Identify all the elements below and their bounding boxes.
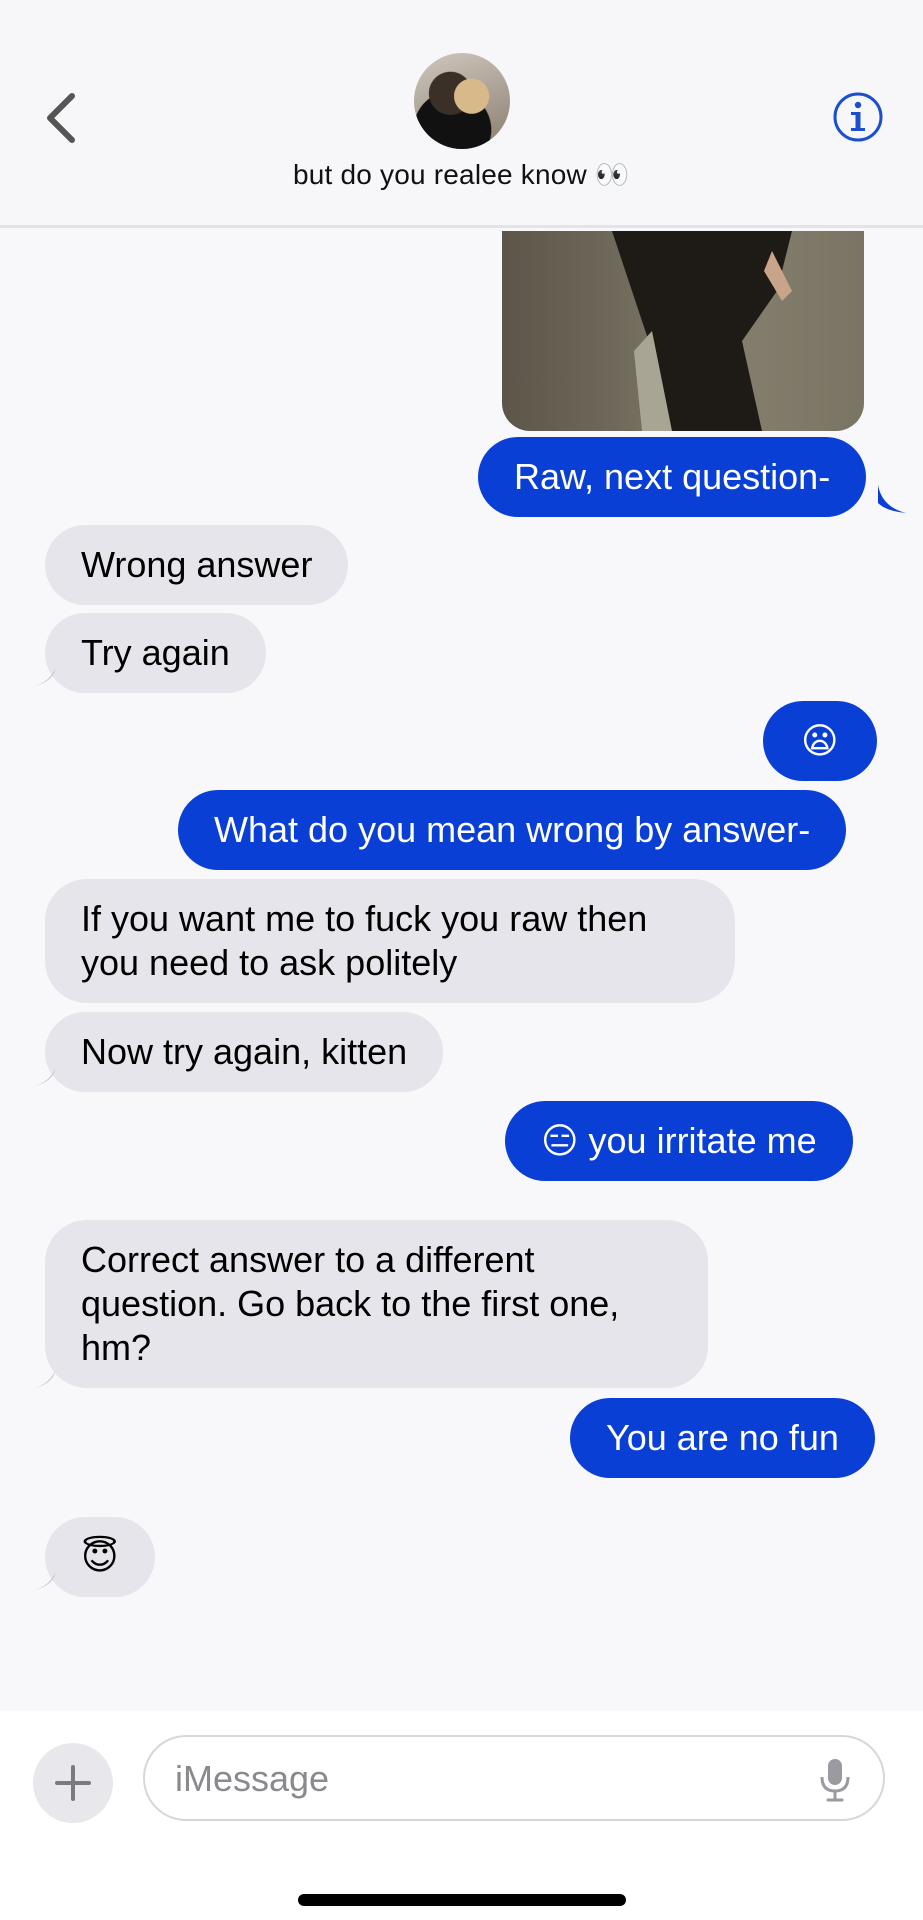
info-icon — [833, 92, 883, 142]
add-attachment-button[interactable] — [33, 1743, 113, 1823]
photo-message[interactable] — [502, 231, 864, 431]
message-bubble-outgoing[interactable]: 😑 you irritate me — [505, 1101, 853, 1181]
bubble-tail — [24, 1363, 58, 1391]
bubble-tail — [24, 1565, 58, 1593]
dictation-button[interactable] — [817, 1757, 853, 1803]
photo-content — [612, 231, 792, 431]
conversation-header: but do you realee know 👀 — [0, 0, 923, 228]
message-bubble-outgoing[interactable]: You are no fun — [570, 1398, 875, 1478]
contact-avatar[interactable] — [414, 53, 510, 149]
message-bubble-incoming[interactable]: Correct answer to a different question. … — [45, 1220, 708, 1388]
bubble-tail — [24, 1061, 58, 1089]
bubble-tail — [878, 485, 906, 513]
message-bubble-incoming[interactable]: Wrong answer — [45, 525, 349, 605]
message-bubble-incoming[interactable]: 😇 — [45, 1517, 155, 1597]
microphone-icon — [820, 1759, 850, 1802]
back-button[interactable] — [38, 88, 86, 148]
message-thread[interactable]: Raw, next question- Wrong answer Try aga… — [0, 231, 923, 1711]
composer-bar — [0, 1711, 923, 1920]
message-bubble-outgoing[interactable]: What do you mean wrong by answer- — [178, 790, 847, 870]
contact-name[interactable]: but do you realee know 👀 — [0, 158, 923, 191]
chevron-left-icon — [47, 93, 75, 143]
message-bubble-incoming[interactable]: Now try again, kitten — [45, 1012, 444, 1092]
message-bubble-outgoing[interactable]: Raw, next question- — [478, 437, 867, 517]
bubble-tail — [24, 661, 58, 689]
message-input[interactable] — [173, 1753, 797, 1805]
message-bubble-incoming[interactable]: Try again — [45, 613, 266, 693]
message-bubble-outgoing[interactable]: 😦 — [763, 701, 877, 781]
home-indicator[interactable] — [298, 1894, 626, 1906]
message-input-container[interactable] — [143, 1735, 885, 1821]
info-button[interactable] — [832, 91, 884, 143]
plus-icon — [55, 1765, 91, 1801]
message-bubble-incoming[interactable]: If you want me to fuck you raw then you … — [45, 879, 735, 1003]
